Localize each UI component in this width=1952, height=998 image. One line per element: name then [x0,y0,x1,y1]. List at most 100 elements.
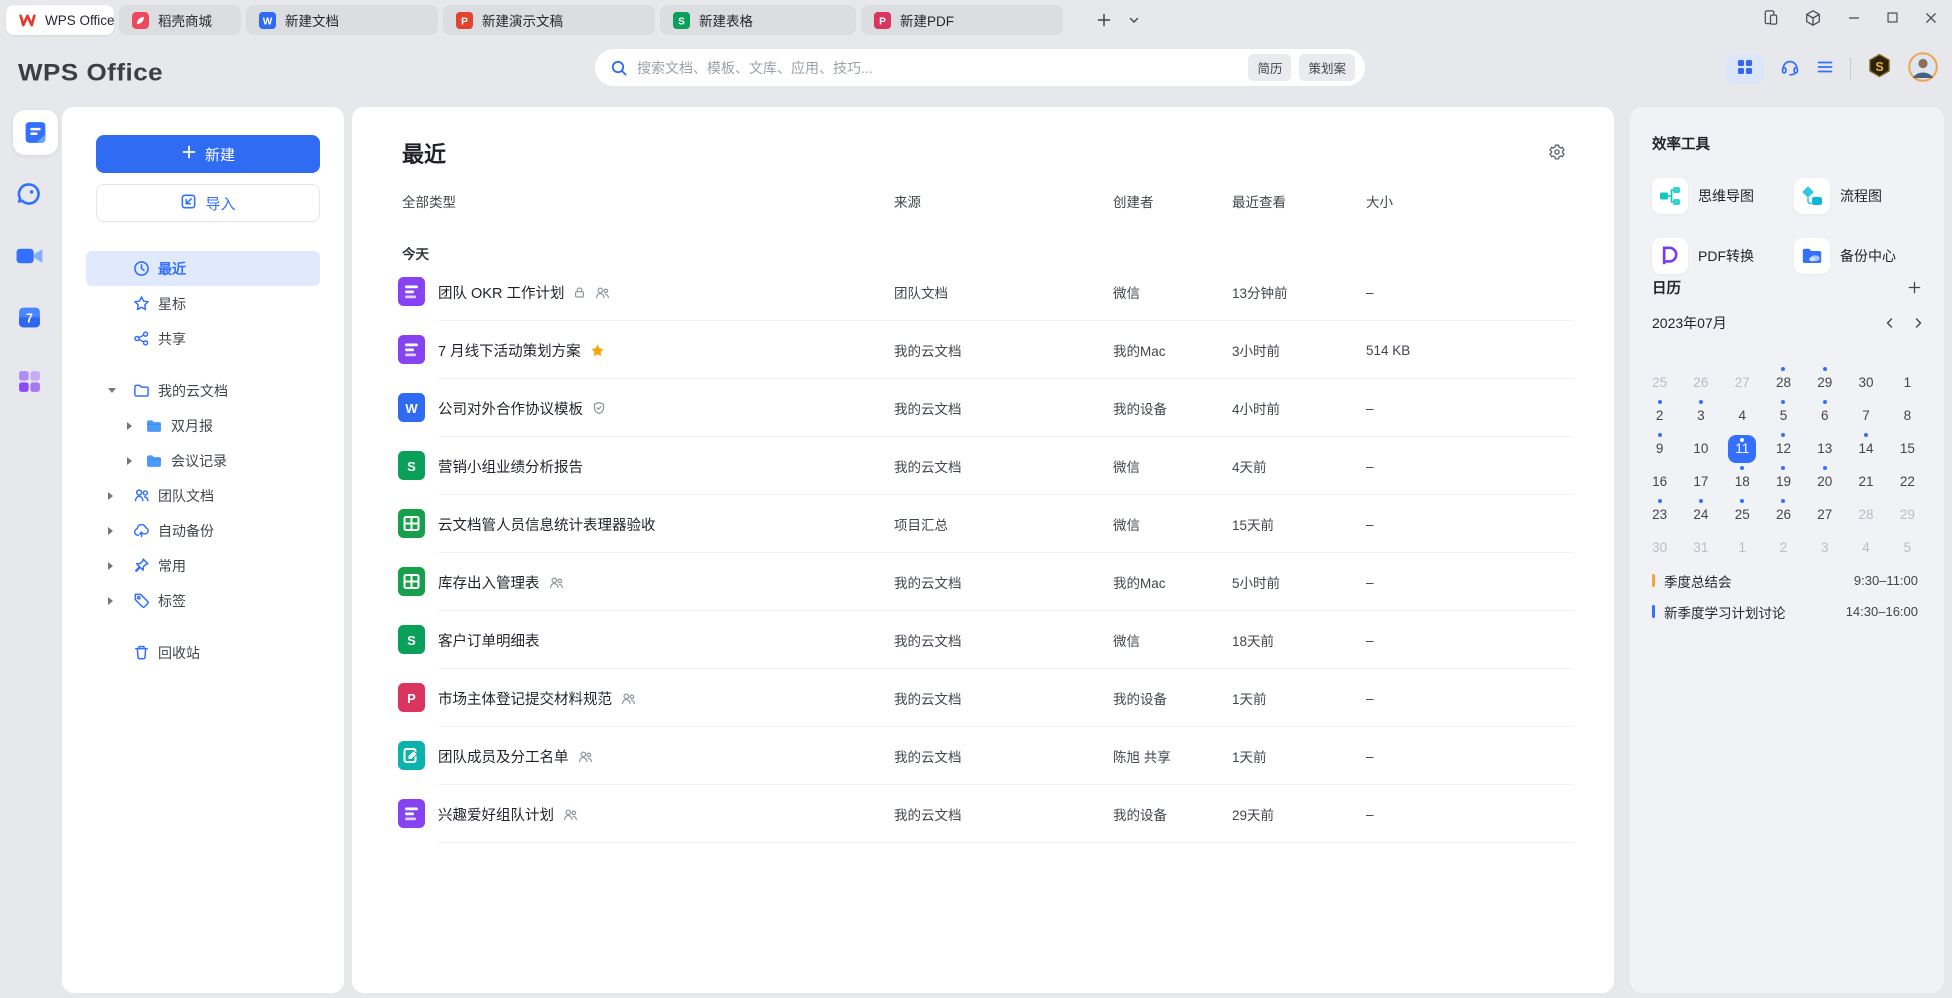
tool-item[interactable]: PDF转换 [1652,238,1794,274]
support-button[interactable] [1780,57,1800,82]
menu-button[interactable] [1816,59,1834,80]
filter-dropdown[interactable]: 大小 [1366,191,1399,211]
calendar-day[interactable]: 9 [1639,432,1680,465]
calendar-day[interactable]: 26 [1763,498,1804,531]
file-row[interactable]: 团队 OKR 工作计划 团队文档 微信 13分钟前 – [352,263,1614,321]
calendar-day[interactable]: 28 [1845,498,1886,531]
calendar-day[interactable]: 14 [1845,432,1886,465]
file-row[interactable]: 兴趣爱好组队计划 我的云文档 我的设备 29天前 – [352,785,1614,843]
calendar-day[interactable]: 29 [1804,366,1845,399]
file-row[interactable]: P 市场主体登记提交材料规范 我的云文档 我的设备 1天前 – [352,669,1614,727]
calendar-day[interactable]: 2 [1763,531,1804,564]
expand-caret[interactable] [108,597,122,605]
minimize-button[interactable] [1847,11,1861,30]
calendar-day[interactable]: 3 [1804,531,1845,564]
calendar-day[interactable]: 17 [1680,465,1721,498]
calendar-day[interactable]: 30 [1639,531,1680,564]
new-tab-button[interactable] [1096,12,1112,28]
phone-mirror-button[interactable] [1762,9,1779,31]
tool-item[interactable]: 思维导图 [1652,178,1794,214]
calendar-day[interactable]: 11 [1722,432,1763,465]
app-tab[interactable]: S 新建表格 [660,5,856,35]
close-button[interactable] [1924,11,1938,30]
sidebar-item-标签[interactable]: 标签 [86,583,320,618]
expand-caret[interactable] [127,422,141,430]
calendar-day[interactable]: 7 [1845,399,1886,432]
app-rail-item[interactable]: 7 [0,305,58,330]
calendar-day[interactable]: 13 [1804,432,1845,465]
calendar-day[interactable]: 28 [1763,366,1804,399]
file-row[interactable]: S 客户订单明细表 我的云文档 微信 18天前 – [352,611,1614,669]
calendar-day[interactable]: 30 [1845,366,1886,399]
calendar-day[interactable]: 16 [1639,465,1680,498]
calendar-day[interactable]: 4 [1722,399,1763,432]
calendar-day[interactable]: 31 [1680,531,1721,564]
sidebar-item-星标[interactable]: 星标 [86,286,320,321]
sidebar-item-共享[interactable]: 共享 [86,321,320,356]
calendar-day[interactable]: 19 [1763,465,1804,498]
expand-caret[interactable] [108,562,122,570]
calendar-day[interactable]: 21 [1845,465,1886,498]
sidebar-item-自动备份[interactable]: 自动备份 [86,513,320,548]
calendar-day[interactable]: 6 [1804,399,1845,432]
calendar-day[interactable]: 5 [1887,531,1928,564]
calendar-day[interactable]: 23 [1639,498,1680,531]
calendar-day[interactable]: 5 [1763,399,1804,432]
app-rail-item[interactable] [0,369,58,394]
sidebar-item-双月报[interactable]: 双月报 [86,408,320,443]
filter-dropdown[interactable]: 最近查看 [1232,191,1292,211]
next-month-button[interactable] [1912,317,1924,329]
calendar-day[interactable]: 26 [1680,366,1721,399]
calendar-day[interactable]: 15 [1887,432,1928,465]
search-hot-tag[interactable]: 简历 [1248,54,1291,81]
calendar-day[interactable]: 27 [1804,498,1845,531]
file-row[interactable]: 库存出入管理表 我的云文档 我的Mac 5小时前 – [352,553,1614,611]
file-row[interactable]: 团队成员及分工名单 我的云文档 陈旭 共享 1天前 – [352,727,1614,785]
app-rail-item-active[interactable] [13,110,58,155]
sidebar-item-团队文档[interactable]: 团队文档 [86,478,320,513]
app-tab[interactable]: 稻壳商城 [119,5,241,35]
file-row[interactable]: 7 月线下活动策划方案 我的云文档 我的Mac 3小时前 514 KB [352,321,1614,379]
user-avatar[interactable] [1908,52,1938,87]
calendar-event[interactable]: 新季度学习计划讨论 14:30–16:00 [1652,596,1918,627]
filter-dropdown[interactable]: 来源 [894,191,927,211]
calendar-day[interactable]: 2 [1639,399,1680,432]
expand-caret[interactable] [108,492,122,500]
calendar-day[interactable]: 25 [1639,366,1680,399]
sidebar-item-常用[interactable]: 常用 [86,548,320,583]
calendar-day[interactable]: 18 [1722,465,1763,498]
filter-dropdown[interactable]: 创建者 [1113,191,1160,211]
sidebar-item-会议记录[interactable]: 会议记录 [86,443,320,478]
maximize-button[interactable] [1886,11,1899,29]
expand-caret[interactable] [108,388,122,393]
app-tab[interactable]: P 新建演示文稿 [443,5,655,35]
calendar-day[interactable]: 4 [1845,531,1886,564]
calendar-day[interactable]: 24 [1680,498,1721,531]
app-tab[interactable]: P 新建PDF [861,5,1063,35]
file-row[interactable]: 云文档管人员信息统计表理器验收 项目汇总 微信 15天前 – [352,495,1614,553]
file-row[interactable]: S 营销小组业绩分析报告 我的云文档 微信 4天前 – [352,437,1614,495]
calendar-day[interactable]: 22 [1887,465,1928,498]
app-rail-item[interactable] [0,181,58,207]
search-bar[interactable]: 搜索文档、模板、文库、应用、技巧... 简历策划案 [595,49,1365,86]
new-button[interactable]: 新建 [96,135,320,173]
sidebar-item-最近[interactable]: 最近 [86,251,320,286]
calendar-day[interactable]: 29 [1887,498,1928,531]
calendar-day[interactable]: 10 [1680,432,1721,465]
calendar-day[interactable]: 3 [1680,399,1721,432]
search-hot-tag[interactable]: 策划案 [1299,54,1355,81]
file-row[interactable]: W 公司对外合作协议模板 我的云文档 我的设备 4小时前 – [352,379,1614,437]
calendar-day[interactable]: 8 [1887,399,1928,432]
calendar-day[interactable]: 27 [1722,366,1763,399]
tool-item[interactable]: 流程图 [1794,178,1924,214]
calendar-day[interactable]: 1 [1887,366,1928,399]
app-rail-item[interactable] [0,244,58,268]
apps-grid-button[interactable] [1726,55,1764,84]
member-badge[interactable]: S [1867,53,1892,85]
expand-caret[interactable] [127,457,141,465]
prev-month-button[interactable] [1884,317,1896,329]
list-settings-button[interactable] [1548,143,1566,166]
app-tab[interactable]: WPS Office [6,5,114,35]
app-tab[interactable]: W 新建文档 [246,5,438,35]
workspace-cube-button[interactable] [1804,9,1822,32]
